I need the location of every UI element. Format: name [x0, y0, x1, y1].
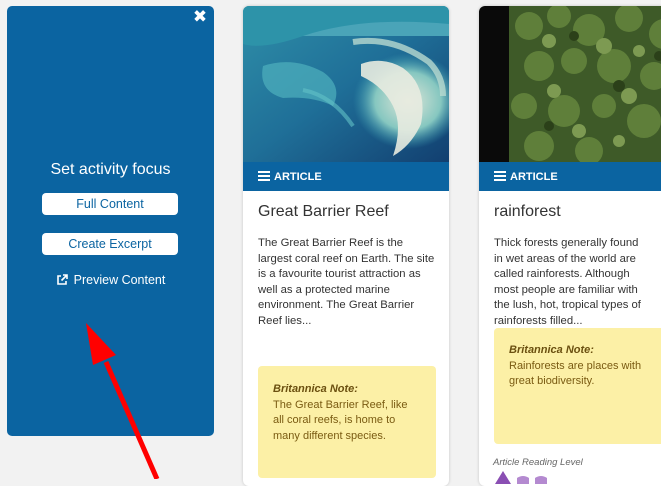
rainforest-image [479, 6, 661, 162]
note-text: The Great Barrier Reef, like all coral r… [273, 398, 408, 442]
britannica-note: Britannica Note: Rainforests are places … [494, 328, 661, 444]
activity-focus-panel: ✖ Set activity focus Full Content Create… [7, 6, 214, 436]
article-summary: Thick forests generally found in wet are… [494, 237, 641, 327]
close-icon[interactable]: ✖ [192, 8, 208, 25]
full-content-button[interactable]: Full Content [42, 193, 178, 215]
create-excerpt-button[interactable]: Create Excerpt [42, 233, 178, 255]
list-icon [494, 171, 506, 181]
list-icon [258, 171, 270, 181]
article-type-band[interactable]: ARTICLE [243, 162, 449, 191]
reading-level-icon [495, 471, 547, 484]
article-title[interactable]: Great Barrier Reef [258, 203, 389, 221]
note-title: Britannica Note: [273, 383, 358, 395]
note-title: Britannica Note: [509, 344, 594, 356]
article-card-great-barrier-reef[interactable]: ARTICLE Great Barrier Reef The Great Bar… [243, 6, 449, 486]
article-type-label: ARTICLE [274, 171, 322, 183]
preview-content-link[interactable]: Preview Content [7, 273, 214, 287]
note-text: Rainforests are places with great biodiv… [509, 359, 642, 388]
article-title[interactable]: rainforest [494, 203, 561, 221]
article-type-band[interactable]: ARTICLE [479, 162, 661, 191]
article-card-rainforest[interactable]: ARTICLE rainforest Thick forests general… [479, 6, 661, 486]
coral-reef-image [243, 6, 449, 162]
focus-panel-title: Set activity focus [50, 161, 171, 178]
article-summary: The Great Barrier Reef is the largest co… [258, 237, 435, 327]
article-type-label: ARTICLE [510, 171, 558, 183]
reading-level-label: Article Reading Level [493, 457, 583, 468]
preview-content-label: Preview Content [73, 273, 166, 287]
external-link-icon [56, 274, 68, 285]
britannica-note: Britannica Note: The Great Barrier Reef,… [258, 366, 436, 478]
